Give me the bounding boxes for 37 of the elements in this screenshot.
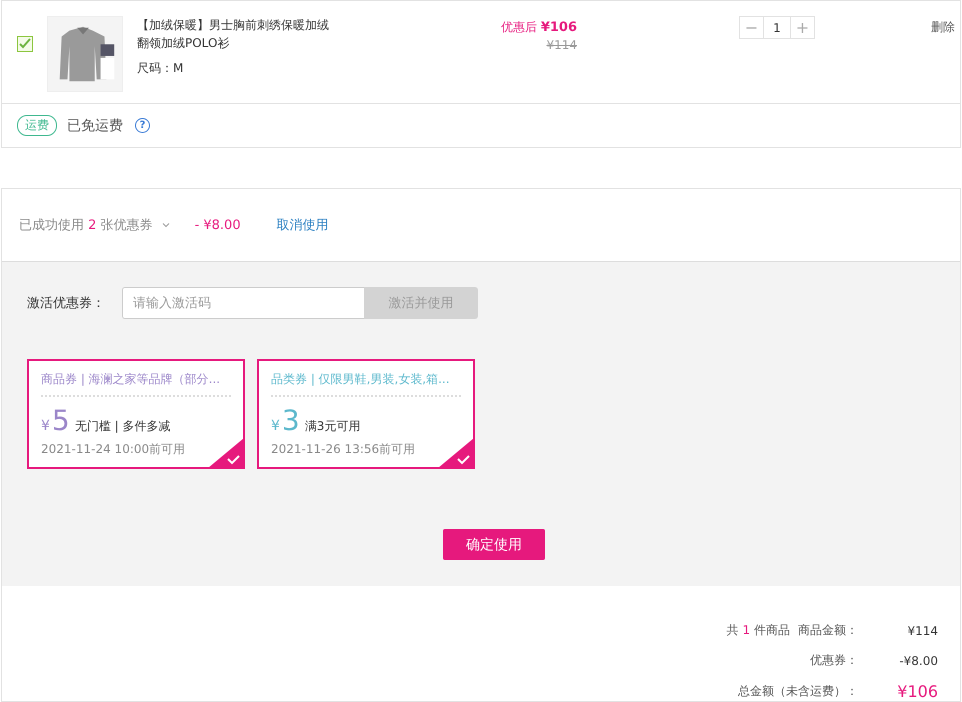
coupon-amount: 5: [52, 407, 70, 435]
shipping-tag: 运费: [17, 115, 57, 136]
product-size: 尺码：M: [137, 60, 184, 77]
coupon-label: 优惠券：: [810, 652, 858, 669]
coupon-card[interactable]: 品类券 | 仅限男鞋,男装,女装,箱... ¥3 满3元可用 2021-11-26 13:56前可用: [257, 359, 475, 469]
help-icon[interactable]: ?: [135, 118, 150, 133]
discount-amount: - ¥8.00: [194, 218, 241, 232]
total-label: 总金额（未含运费）：: [738, 683, 858, 700]
original-price: ¥114: [546, 38, 577, 52]
item-count: 共 1 件商品: [726, 622, 790, 639]
coupon-condition: 无门槛 | 多件多减: [74, 418, 170, 435]
used-coupons-text[interactable]: 已成功使用 2 张优惠券: [19, 216, 153, 234]
check-icon: [208, 438, 244, 468]
coupon-condition: 满3元可用: [304, 418, 360, 435]
shipping-status: 已免运费: [67, 116, 123, 134]
coupon-title: 品类券 | 仅限男鞋,男装,女装,箱...: [271, 371, 461, 397]
item-checkbox[interactable]: [17, 36, 33, 52]
coupon-card[interactable]: 商品券 | 海澜之家等品牌（部分... ¥5 无门槛 | 多件多减 2021-11-24 10:00前可用: [27, 359, 245, 469]
coupon-expiry: 2021-11-24 10:00前可用: [41, 441, 186, 458]
delete-link[interactable]: 删除: [931, 16, 955, 36]
check-icon: [438, 438, 474, 468]
coupon-amount: 3: [282, 407, 300, 435]
goods-amount-label: 商品金额：: [798, 622, 858, 639]
coupon-expiry: 2021-11-26 13:56前可用: [271, 441, 416, 458]
goods-amount: ¥114: [906, 624, 938, 638]
chevron-down-icon[interactable]: [160, 220, 171, 230]
discounted-price: 优惠后 ¥106: [500, 19, 577, 36]
cancel-link[interactable]: 取消使用: [276, 216, 329, 234]
activation-code-field[interactable]: 请输入激活码: [122, 287, 364, 319]
total-amount: ¥106: [896, 682, 938, 701]
coupon-deduction: -¥8.00: [898, 654, 938, 668]
product-title[interactable]: 【加绒保暖】男士胸前刺绣保暖加绒翻领加绒POLO衫: [137, 16, 337, 52]
currency-sign: ¥: [41, 418, 50, 434]
activate-label: 激活优惠券：: [27, 295, 106, 312]
coupon-title: 商品券 | 海澜之家等品牌（部分...: [41, 371, 231, 397]
currency-sign: ¥: [271, 418, 280, 434]
confirm-button[interactable]: 确定使用: [443, 529, 545, 560]
